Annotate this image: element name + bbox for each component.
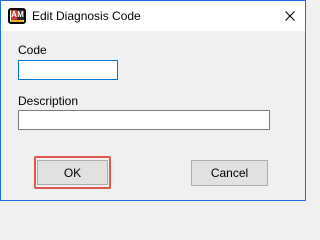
- ok-button[interactable]: OK: [37, 160, 108, 185]
- code-input[interactable]: [18, 60, 118, 80]
- close-button[interactable]: [275, 1, 305, 31]
- description-input[interactable]: [18, 110, 270, 130]
- window-title: Edit Diagnosis Code: [32, 9, 141, 23]
- app-icon-strip: [11, 20, 23, 22]
- close-icon: [285, 11, 295, 21]
- title-bar: A M Edit Diagnosis Code: [1, 1, 305, 31]
- app-icon: A M: [8, 8, 26, 24]
- edit-diagnosis-code-dialog: A M Edit Diagnosis Code Code Description…: [0, 0, 306, 201]
- cancel-button[interactable]: Cancel: [191, 160, 268, 186]
- code-label: Code: [18, 43, 47, 57]
- app-icon-letter-m: M: [17, 10, 24, 20]
- description-label: Description: [18, 94, 79, 108]
